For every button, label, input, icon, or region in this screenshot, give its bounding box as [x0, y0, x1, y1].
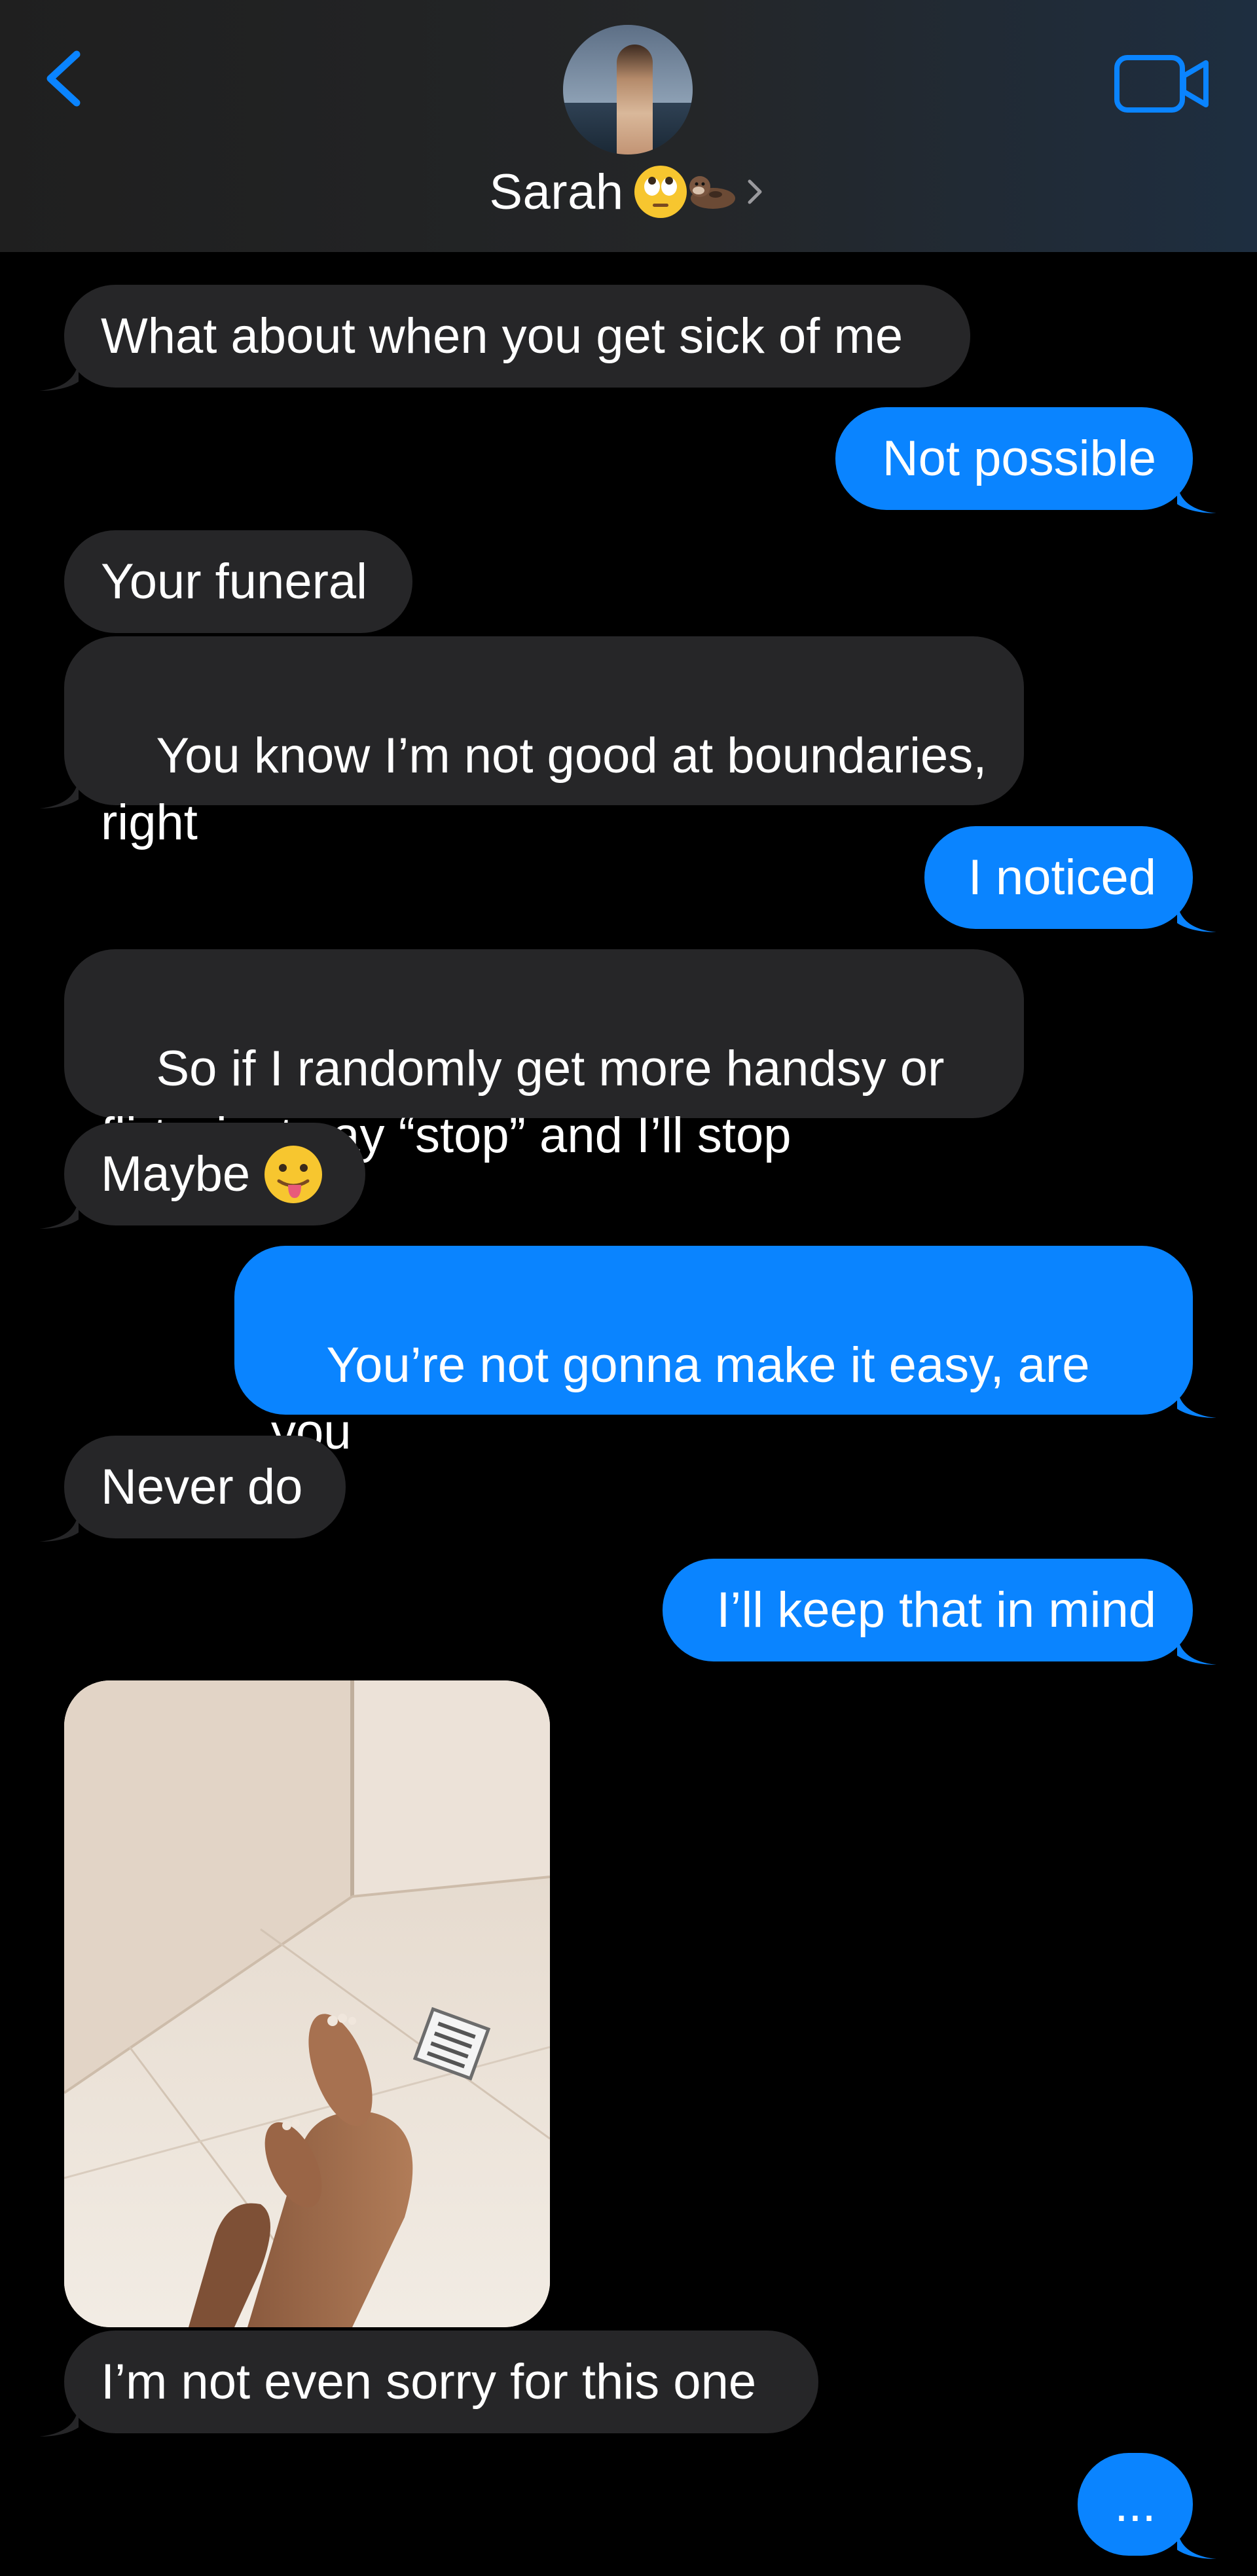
incoming-message[interactable]: Maybe [64, 1123, 365, 1225]
otter-emoji-icon [689, 176, 735, 209]
bubble-tail [1177, 898, 1216, 932]
incoming-message[interactable]: You know I’m not good at boundaries, rig… [64, 636, 1024, 850]
outgoing-message[interactable]: I’ll keep that in mind [663, 1559, 1193, 1661]
message-text: What about when you get sick of me [101, 308, 903, 364]
bubble-tail [39, 2403, 79, 2437]
bubble-tail [1177, 479, 1216, 513]
back-button[interactable] [36, 43, 95, 115]
incoming-message[interactable]: So if I randomly get more handsy or flir… [64, 949, 1024, 1163]
tongue-out-emoji-icon [264, 1145, 323, 1203]
outgoing-message[interactable]: I noticed [924, 826, 1193, 929]
contact-avatar[interactable] [563, 25, 693, 154]
chevron-left-icon [46, 50, 81, 107]
contact-name: Sarah [489, 164, 624, 220]
message-text: ... [1114, 2476, 1156, 2532]
incoming-message[interactable]: What about when you get sick of me [64, 285, 970, 388]
message-text: I’m not even sorry for this one [101, 2353, 757, 2410]
bubble-tail [39, 1195, 79, 1229]
shower-photo-image [64, 1680, 550, 2327]
message-text: Never do [101, 1459, 303, 1515]
bubble-tail [1177, 2525, 1216, 2559]
message-text: You’re not gonna make it easy, are you [271, 1337, 1104, 1460]
contact-name-button[interactable]: Sarah [0, 156, 1257, 228]
message-text: You know I’m not good at boundaries, rig… [101, 728, 1001, 850]
message-thread[interactable]: What about when you get sick of me Not p… [0, 252, 1257, 2576]
message-text: Not possible [882, 430, 1156, 486]
bubble-tail [39, 774, 79, 808]
photo-attachment[interactable] [64, 1680, 550, 2327]
bubble-tail [39, 357, 79, 391]
video-call-button[interactable] [1113, 51, 1211, 117]
incoming-message[interactable]: Never do [64, 1436, 346, 1538]
message-text: Maybe [101, 1146, 251, 1202]
outgoing-message[interactable]: ... [1078, 2453, 1193, 2556]
message-text: I’ll keep that in mind [716, 1582, 1156, 1638]
message-text: Your funeral [101, 553, 368, 609]
message-text: I noticed [968, 849, 1156, 905]
video-camera-icon [1114, 55, 1209, 113]
outgoing-message[interactable]: You’re not gonna make it easy, are you [234, 1246, 1193, 1460]
incoming-message[interactable]: Your funeral [64, 530, 412, 633]
incoming-message[interactable]: I’m not even sorry for this one [64, 2331, 818, 2433]
avatar-person [617, 45, 653, 154]
chevron-right-icon [748, 179, 762, 204]
conversation-header: Sarah [0, 0, 1257, 252]
outgoing-message[interactable]: Not possible [835, 407, 1193, 510]
bubble-tail [39, 1508, 79, 1542]
bubble-tail [1177, 1384, 1216, 1418]
eye-roll-emoji-icon [634, 166, 687, 218]
bubble-tail [1177, 1631, 1216, 1665]
